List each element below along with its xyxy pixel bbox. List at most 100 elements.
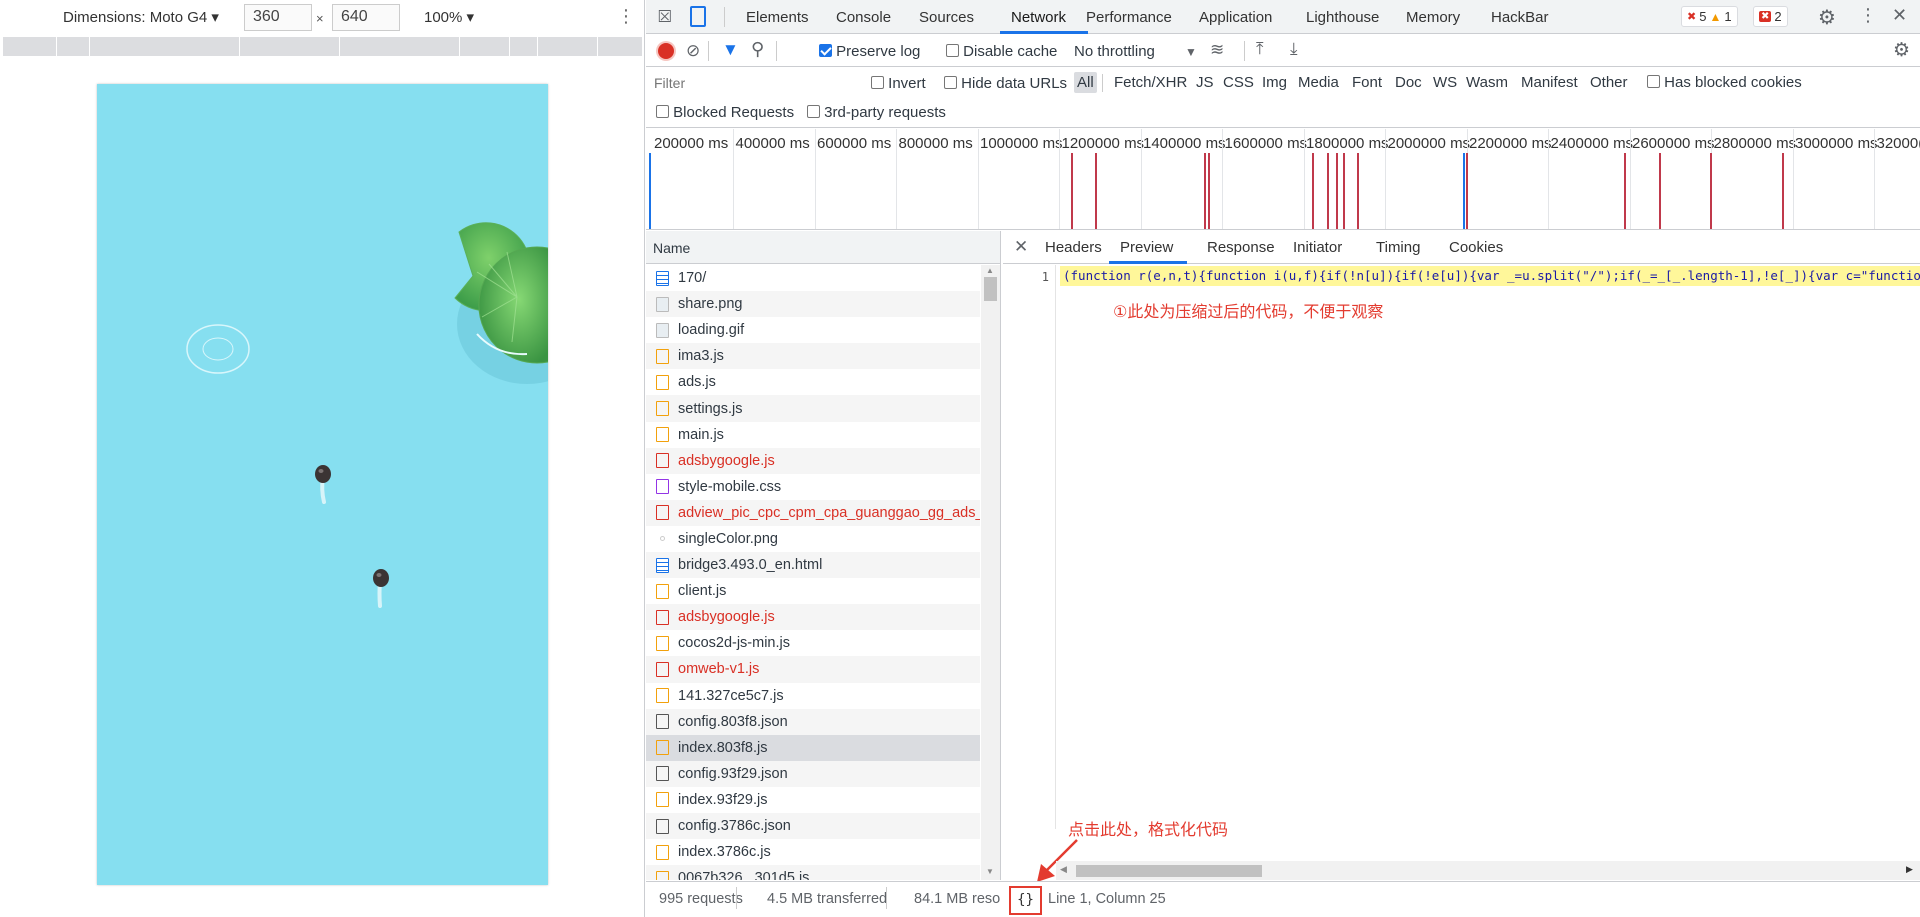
error-warning-badge[interactable]: ✖ 5 ▲ 1: [1681, 6, 1738, 27]
tab-timing[interactable]: Timing: [1376, 239, 1420, 256]
invert-toggle[interactable]: Invert: [871, 75, 926, 92]
request-row[interactable]: omweb-v1.js: [646, 656, 980, 683]
has-blocked-cookies-checkbox[interactable]: [1647, 75, 1660, 88]
request-row[interactable]: 141.327ce5c7.js: [646, 683, 980, 709]
filter-type-css[interactable]: CSS: [1223, 74, 1254, 91]
device-width-input[interactable]: 360: [244, 4, 312, 31]
device-toggle-icon[interactable]: [690, 6, 706, 27]
has-blocked-cookies-toggle[interactable]: Has blocked cookies: [1647, 74, 1802, 91]
scrollbar-thumb[interactable]: [984, 277, 997, 301]
tab-cookies[interactable]: Cookies: [1449, 239, 1503, 256]
device-height-input[interactable]: 640: [332, 4, 400, 31]
network-conditions-icon[interactable]: ≋: [1210, 40, 1224, 60]
request-row[interactable]: config.803f8.json: [646, 708, 980, 735]
scroll-right-icon[interactable]: ▶: [1906, 864, 1913, 875]
media-query-bar[interactable]: [3, 37, 643, 56]
request-row[interactable]: index.803f8.js: [646, 734, 980, 761]
filter-type-img[interactable]: Img: [1262, 74, 1287, 91]
filter-type-all[interactable]: All: [1074, 72, 1097, 93]
request-row[interactable]: config.3786c.json: [646, 812, 980, 840]
tab-headers[interactable]: Headers: [1045, 239, 1102, 256]
minified-code-line[interactable]: (function r(e,n,t){function i(u,f){if(!n…: [1060, 266, 1920, 286]
scroll-left-icon[interactable]: ◀: [1060, 864, 1067, 875]
blocked-requests-toggle[interactable]: Blocked Requests: [656, 104, 794, 121]
request-row[interactable]: adsbygoogle.js: [646, 604, 980, 631]
filter-input[interactable]: [652, 73, 854, 93]
request-row[interactable]: config.93f29.json: [646, 760, 980, 787]
hide-data-urls-checkbox[interactable]: [944, 76, 957, 89]
request-row[interactable]: 170/: [646, 265, 980, 291]
request-row[interactable]: cocos2d-js-min.js: [646, 630, 980, 656]
tab-response[interactable]: Response: [1207, 239, 1275, 256]
filter-type-doc[interactable]: Doc: [1395, 74, 1422, 91]
device-viewport[interactable]: [97, 84, 548, 885]
inspect-element-icon[interactable]: ⮽: [658, 7, 672, 27]
name-column-header[interactable]: Name: [653, 240, 690, 256]
request-row[interactable]: main.js: [646, 422, 980, 448]
record-icon[interactable]: [658, 43, 674, 59]
request-row[interactable]: share.png: [646, 291, 980, 318]
invert-checkbox[interactable]: [871, 76, 884, 89]
third-party-checkbox[interactable]: [807, 105, 820, 118]
scroll-down-icon[interactable]: ▼: [986, 867, 994, 876]
tab-console[interactable]: Console: [836, 9, 891, 26]
tab-elements[interactable]: Elements: [746, 9, 809, 26]
tab-application[interactable]: Application: [1199, 9, 1272, 26]
request-row[interactable]: adsbygoogle.js: [646, 447, 980, 474]
throttling-select[interactable]: No throttling ▼: [1074, 43, 1197, 60]
request-row[interactable]: loading.gif: [646, 317, 980, 343]
search-icon[interactable]: ⚲: [751, 39, 764, 60]
request-row[interactable]: ima3.js: [646, 343, 980, 370]
tab-network[interactable]: Network: [1011, 9, 1066, 26]
filter-type-manifest[interactable]: Manifest: [1521, 74, 1578, 91]
filter-type-other[interactable]: Other: [1590, 74, 1628, 91]
tab-performance[interactable]: Performance: [1086, 9, 1172, 26]
network-settings-gear-icon[interactable]: ⚙: [1893, 39, 1910, 62]
filter-type-js[interactable]: JS: [1196, 74, 1214, 91]
request-list-header[interactable]: Name: [646, 231, 1000, 264]
settings-gear-icon[interactable]: ⚙: [1818, 5, 1836, 30]
issues-badge[interactable]: ✖ 2: [1753, 6, 1788, 27]
request-row[interactable]: bridge3.493.0_en.html: [646, 552, 980, 579]
request-row[interactable]: settings.js: [646, 395, 980, 422]
filter-icon[interactable]: ▼: [722, 40, 739, 60]
tab-preview[interactable]: Preview: [1120, 239, 1173, 256]
timeline-overview[interactable]: 200000 ms 400000 ms 600000 ms 800000 ms 1000…: [646, 129, 1920, 230]
zoom-dropdown[interactable]: 100% ▾: [424, 8, 474, 26]
request-row[interactable]: 0067b326...301d5.js: [646, 865, 980, 880]
disable-cache-checkbox[interactable]: [946, 44, 959, 57]
third-party-toggle[interactable]: 3rd-party requests: [807, 104, 946, 121]
export-har-icon[interactable]: ⤓: [1290, 39, 1298, 59]
close-devtools-icon[interactable]: ✕: [1892, 5, 1907, 26]
filter-type-fetch-xhr[interactable]: Fetch/XHR: [1114, 74, 1187, 91]
request-row[interactable]: singleColor.png: [646, 526, 980, 552]
filter-type-font[interactable]: Font: [1352, 74, 1382, 91]
disable-cache-toggle[interactable]: Disable cache: [946, 43, 1057, 60]
tab-initiator[interactable]: Initiator: [1293, 239, 1342, 256]
more-options-icon[interactable]: ⋮: [1859, 5, 1877, 26]
request-row[interactable]: style-mobile.css: [646, 474, 980, 500]
request-row[interactable]: client.js: [646, 578, 980, 604]
filter-type-wasm[interactable]: Wasm: [1466, 74, 1508, 91]
tab-hackbar[interactable]: HackBar: [1491, 9, 1549, 26]
more-vert-icon[interactable]: ⋮: [617, 6, 635, 27]
request-row[interactable]: index.3786c.js: [646, 839, 980, 865]
pretty-print-button[interactable]: {}: [1009, 886, 1042, 915]
request-list-scrollbar[interactable]: ▲ ▼: [981, 265, 1000, 880]
hide-data-urls-toggle[interactable]: Hide data URLs: [944, 75, 1067, 92]
tab-memory[interactable]: Memory: [1406, 9, 1460, 26]
preserve-log-toggle[interactable]: Preserve log: [819, 43, 920, 60]
request-row[interactable]: adview_pic_cpc_cpm_cpa_guanggao_gg_ads_3: [646, 499, 980, 526]
preserve-log-checkbox[interactable]: [819, 44, 832, 57]
horizontal-scrollbar-thumb[interactable]: [1076, 865, 1262, 877]
tab-sources[interactable]: Sources: [919, 9, 974, 26]
request-row[interactable]: ads.js: [646, 369, 980, 395]
horizontal-scrollbar[interactable]: ◀ ▶: [1056, 861, 1920, 880]
device-dimensions-dropdown[interactable]: Dimensions: Moto G4 ▾: [63, 8, 219, 26]
filter-type-ws[interactable]: WS: [1433, 74, 1457, 91]
request-row[interactable]: index.93f29.js: [646, 787, 980, 813]
blocked-requests-checkbox[interactable]: [656, 105, 669, 118]
scroll-up-icon[interactable]: ▲: [986, 266, 994, 275]
clear-icon[interactable]: ⊘: [686, 41, 700, 61]
tab-lighthouse[interactable]: Lighthouse: [1306, 9, 1379, 26]
